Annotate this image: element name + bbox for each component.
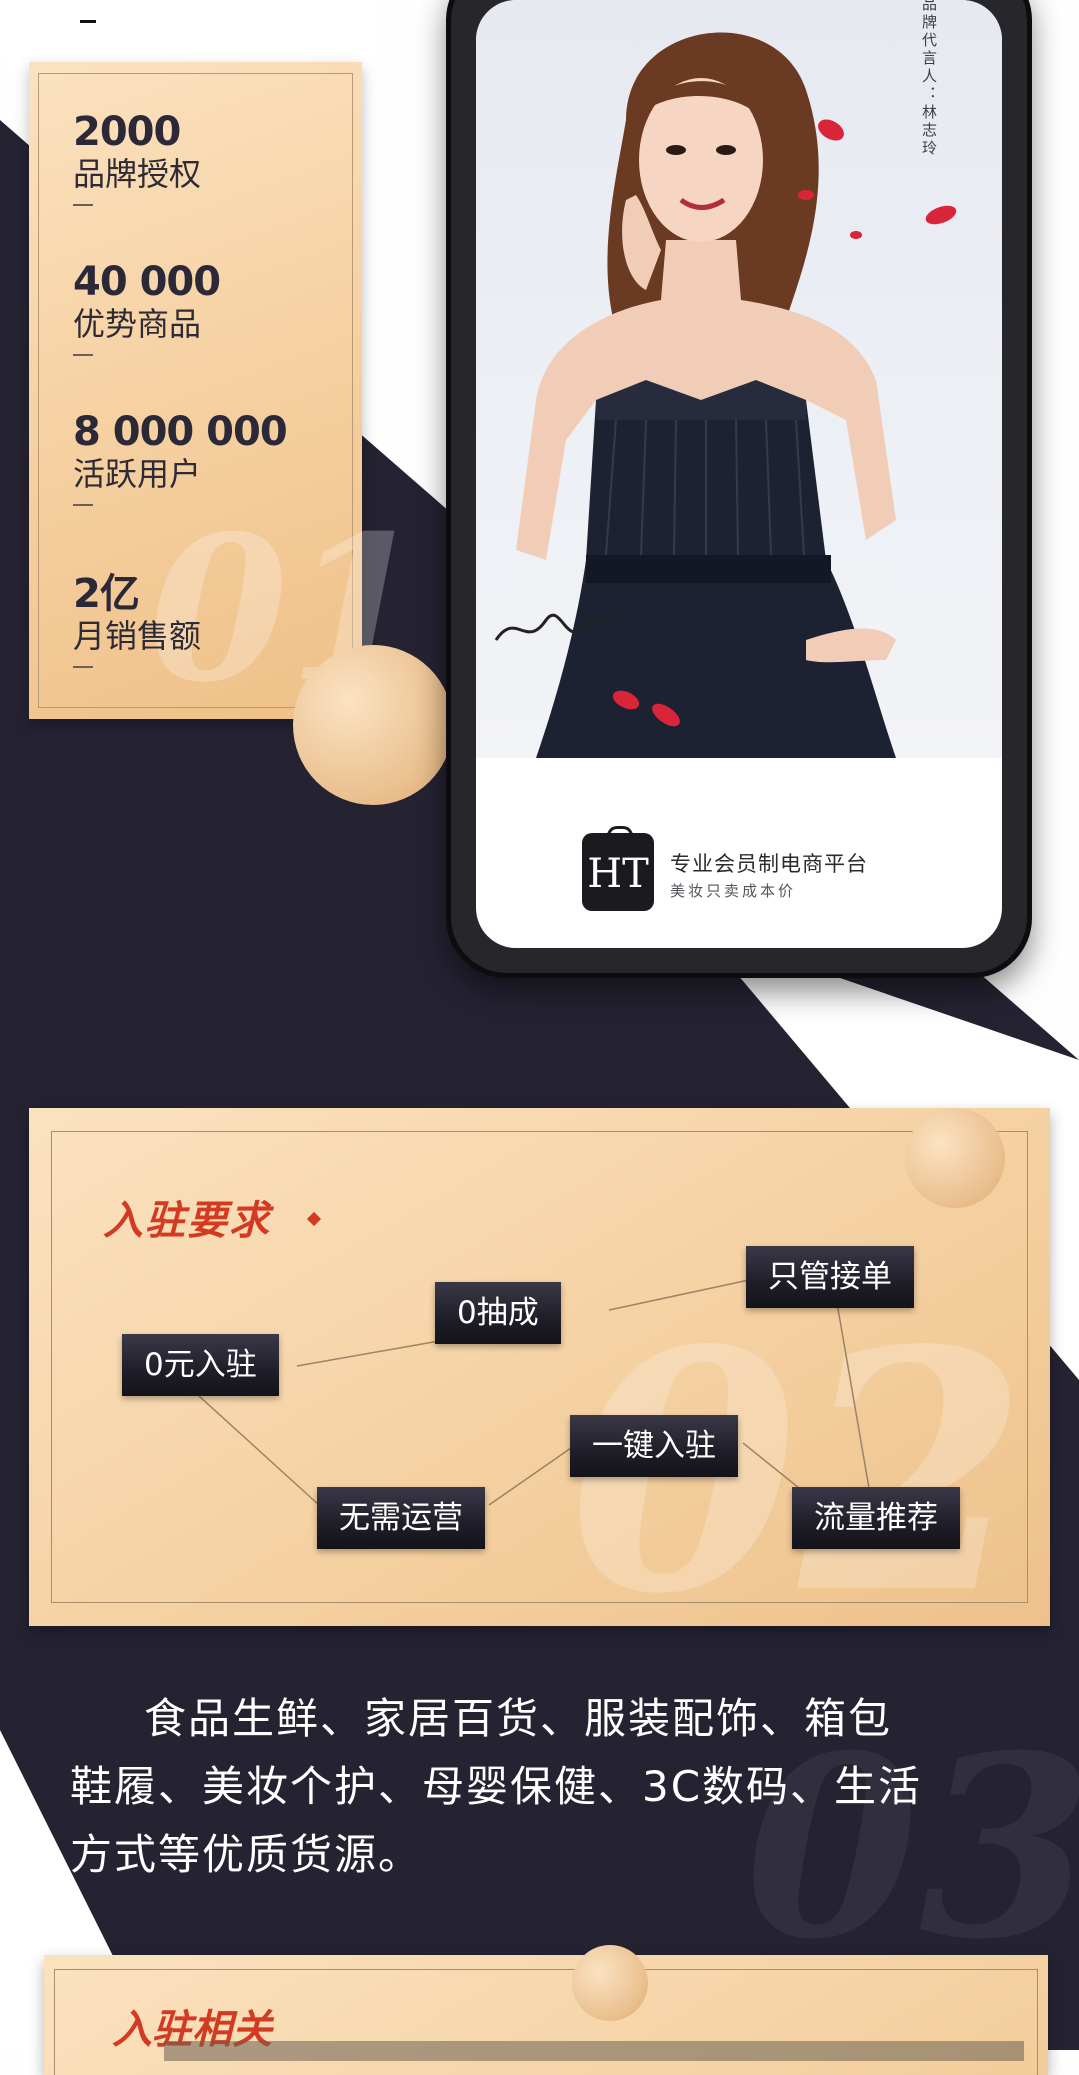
categories-line: 方式等优质货源。 [70,1830,423,1879]
tag-no-operation: 无需运营 [317,1487,485,1549]
ht-app-logo-icon: HT [582,826,654,911]
categories-line: 食品生鲜、家居百货、服装配饰、箱包 [144,1694,893,1743]
stat-value: 2000 [73,109,181,155]
categories-description: 食品生鲜、家居百货、服装配饰、箱包 鞋履、美妆个护、母婴保健、3C数码、生活 方… [70,1685,1020,1889]
decorative-sphere [572,1945,648,2021]
tag-zero-fee-entry: 0元入驻 [122,1334,279,1396]
stat-label: 活跃用户 [73,455,202,493]
phone-screen: 品牌代言人：林志玲 HT 专业会员制电商平台 美妆只卖成本价 [476,0,1002,948]
stat-divider [73,666,93,668]
stat-divider [73,354,93,356]
entry-info-card: 入驻相关 [44,1945,1048,2075]
tag-one-click-entry: 一键入驻 [570,1415,738,1477]
stats-card: 01 2000 品牌授权 40 000 优势商品 8 000 000 活跃用户 … [29,62,427,727]
requirements-card: 02 入驻要求 0元入驻 0抽成 只管接单 一键入驻 无需运营 流量推荐 [29,1108,1050,1666]
stat-brands: 2000 品牌授权 [73,110,201,206]
stat-users: 8 000 000 活跃用户 [73,409,288,506]
stat-value: 8 000 000 [73,409,288,455]
entry-info-content-strip [164,2041,1024,2061]
stat-value: 2亿 [73,571,140,617]
spokesperson-caption: 品牌代言人：林志玲 [920,0,938,158]
stat-value: 40 000 [73,259,221,305]
tag-just-take-orders: 只管接单 [746,1246,914,1308]
phone-mockup: 品牌代言人：林志玲 HT 专业会员制电商平台 美妆只卖成本价 [446,0,1032,978]
categories-line: 鞋履、美妆个护、母婴保健、3C数码、生活 [70,1762,923,1811]
stat-divider [73,204,93,206]
stat-label: 优势商品 [73,305,202,343]
spokesperson-photo: 品牌代言人：林志玲 [476,0,1002,758]
stat-products: 40 000 优势商品 [73,259,221,356]
stat-label: 月销售额 [73,617,202,655]
stat-label: 品牌授权 [73,155,202,193]
platform-subtagline: 美妆只卖成本价 [670,882,797,900]
tag-zero-commission: 0抽成 [435,1282,561,1344]
platform-tagline: 专业会员制电商平台 [670,852,868,876]
decorative-sphere [293,645,453,805]
requirements-title: 入驻要求 [103,1198,271,1244]
stat-monthly-sales: 2亿 月销售额 [73,572,201,668]
logo-text: HT [587,851,649,897]
stat-divider [73,504,93,506]
tag-traffic-recommend: 流量推荐 [792,1487,960,1549]
